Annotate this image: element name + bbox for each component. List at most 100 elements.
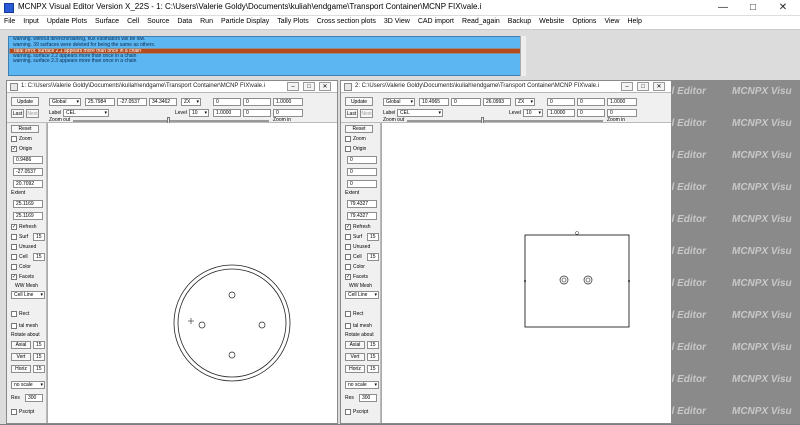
menu-run[interactable]: Run	[196, 16, 217, 29]
cell-line-select[interactable]: Cell Line	[345, 291, 379, 299]
last-button[interactable]: Last	[11, 109, 24, 118]
menu-website[interactable]: Website	[535, 16, 568, 29]
horiz-button[interactable]: Horiz	[11, 365, 31, 373]
panel-2-plot-canvas[interactable]	[381, 123, 671, 423]
cell-checkbox[interactable]	[345, 254, 351, 260]
cell-number-field[interactable]: 15	[33, 253, 45, 261]
zoom-checkbox[interactable]	[11, 136, 17, 142]
menu-options[interactable]: Options	[568, 16, 600, 29]
tal-mesh-checkbox[interactable]	[11, 323, 17, 329]
level-select[interactable]: 10	[189, 109, 209, 117]
basis-v1-field[interactable]: 0	[547, 98, 575, 106]
vert-number-field[interactable]: 15	[367, 353, 379, 361]
surf-number-field[interactable]: 15	[367, 233, 379, 241]
origin-x-field[interactable]: 10.4965	[419, 98, 449, 106]
rect-checkbox[interactable]	[11, 311, 17, 317]
unused-checkbox[interactable]	[345, 244, 351, 250]
plane-select[interactable]: ZX	[181, 98, 201, 106]
coordinate-mode-select[interactable]: Global	[49, 98, 81, 106]
horiz-number-field[interactable]: 15	[367, 365, 379, 373]
menu-data[interactable]: Data	[173, 16, 196, 29]
origin-x-field[interactable]: 25.7984	[85, 98, 115, 106]
extent-1-field[interactable]: 25.1169	[13, 200, 43, 208]
label-mode-select[interactable]: CEL	[63, 109, 109, 117]
origin-1-field[interactable]: 0.9486	[13, 156, 43, 164]
origin-2-field[interactable]: 0	[347, 168, 377, 176]
origin-z-field[interactable]: 34.3462	[149, 98, 177, 106]
menu-input[interactable]: Input	[19, 16, 43, 29]
minimize-icon[interactable]: –	[621, 82, 633, 91]
reset-button[interactable]: Reset	[11, 125, 39, 133]
axial-button[interactable]: Axial	[345, 341, 365, 349]
basis-w2-field[interactable]: 0	[577, 109, 605, 117]
last-button[interactable]: Last	[345, 109, 358, 118]
color-checkbox[interactable]	[11, 264, 17, 270]
cell-number-field[interactable]: 15	[367, 253, 379, 261]
pscript-checkbox[interactable]	[345, 409, 351, 415]
unused-checkbox[interactable]	[11, 244, 17, 250]
axial-number-field[interactable]: 15	[367, 341, 379, 349]
vert-button[interactable]: Vert	[345, 353, 365, 361]
reset-button[interactable]: Reset	[345, 125, 373, 133]
menu-cad-import[interactable]: CAD import	[414, 16, 458, 29]
basis-v1-field[interactable]: 0	[213, 98, 241, 106]
maximize-icon[interactable]: □	[637, 82, 649, 91]
zoom-slider-track[interactable]	[73, 120, 269, 122]
menu-file[interactable]: File	[0, 16, 19, 29]
horiz-number-field[interactable]: 15	[33, 365, 45, 373]
axial-button[interactable]: Axial	[11, 341, 31, 349]
scale-select[interactable]: no scale	[11, 381, 45, 389]
next-button[interactable]: Next	[26, 109, 39, 118]
refresh-checkbox[interactable]: ✓	[11, 224, 17, 230]
surf-checkbox[interactable]	[11, 234, 17, 240]
surf-number-field[interactable]: 15	[33, 233, 45, 241]
menu-tally-plots[interactable]: Tally Plots	[273, 16, 313, 29]
minimize-icon[interactable]: —	[708, 0, 738, 16]
rect-checkbox[interactable]	[345, 311, 351, 317]
level-select[interactable]: 10	[523, 109, 543, 117]
extent-2-field[interactable]: 79.4327	[347, 212, 377, 220]
close-icon[interactable]: ✕	[319, 82, 331, 91]
menu-surface[interactable]: Surface	[91, 16, 123, 29]
basis-w2-field[interactable]: 0	[243, 109, 271, 117]
maximize-icon[interactable]: □	[303, 82, 315, 91]
origin-1-field[interactable]: 0	[347, 156, 377, 164]
messages-scrollbar[interactable]	[520, 36, 526, 76]
minimize-icon[interactable]: –	[287, 82, 299, 91]
facets-checkbox[interactable]: ✓	[11, 274, 17, 280]
close-icon[interactable]: ✕	[653, 82, 665, 91]
extent-1-field[interactable]: 79.4327	[347, 200, 377, 208]
res-field[interactable]: 300	[359, 394, 377, 402]
tal-mesh-checkbox[interactable]	[345, 323, 351, 329]
plane-select[interactable]: ZX	[515, 98, 535, 106]
pscript-checkbox[interactable]	[11, 409, 17, 415]
origin-y-field[interactable]: 0	[451, 98, 481, 106]
basis-w1-field[interactable]: 1.0000	[547, 109, 575, 117]
basis-w3-field[interactable]: 0	[607, 109, 637, 117]
zoom-slider-track[interactable]	[407, 120, 603, 122]
horiz-button[interactable]: Horiz	[345, 365, 365, 373]
menu-source[interactable]: Source	[143, 16, 173, 29]
basis-w1-field[interactable]: 1.0000	[213, 109, 241, 117]
res-field[interactable]: 300	[25, 394, 43, 402]
maximize-icon[interactable]: □	[738, 0, 768, 16]
menu-cell[interactable]: Cell	[123, 16, 143, 29]
menu-cross-section-plots[interactable]: Cross section plots	[313, 16, 380, 29]
origin-3-field[interactable]: 20.7092	[13, 180, 43, 188]
basis-w3-field[interactable]: 0	[273, 109, 303, 117]
menu-read-again[interactable]: Read_again	[458, 16, 504, 29]
label-mode-select[interactable]: CEL	[397, 109, 443, 117]
cell-checkbox[interactable]	[11, 254, 17, 260]
menu-backup[interactable]: Backup	[504, 16, 535, 29]
cell-line-select[interactable]: Cell Line	[11, 291, 45, 299]
coordinate-mode-select[interactable]: Global	[383, 98, 415, 106]
scale-select[interactable]: no scale	[345, 381, 379, 389]
panel-1-plot-canvas[interactable]	[47, 123, 337, 423]
menu-3d-view[interactable]: 3D View	[380, 16, 414, 29]
surf-checkbox[interactable]	[345, 234, 351, 240]
close-icon[interactable]: ✕	[768, 0, 798, 16]
origin-checkbox[interactable]: ✓	[11, 146, 17, 152]
extent-2-field[interactable]: 25.1169	[13, 212, 43, 220]
update-button[interactable]: Update	[11, 97, 39, 106]
basis-v2-field[interactable]: 0	[243, 98, 271, 106]
